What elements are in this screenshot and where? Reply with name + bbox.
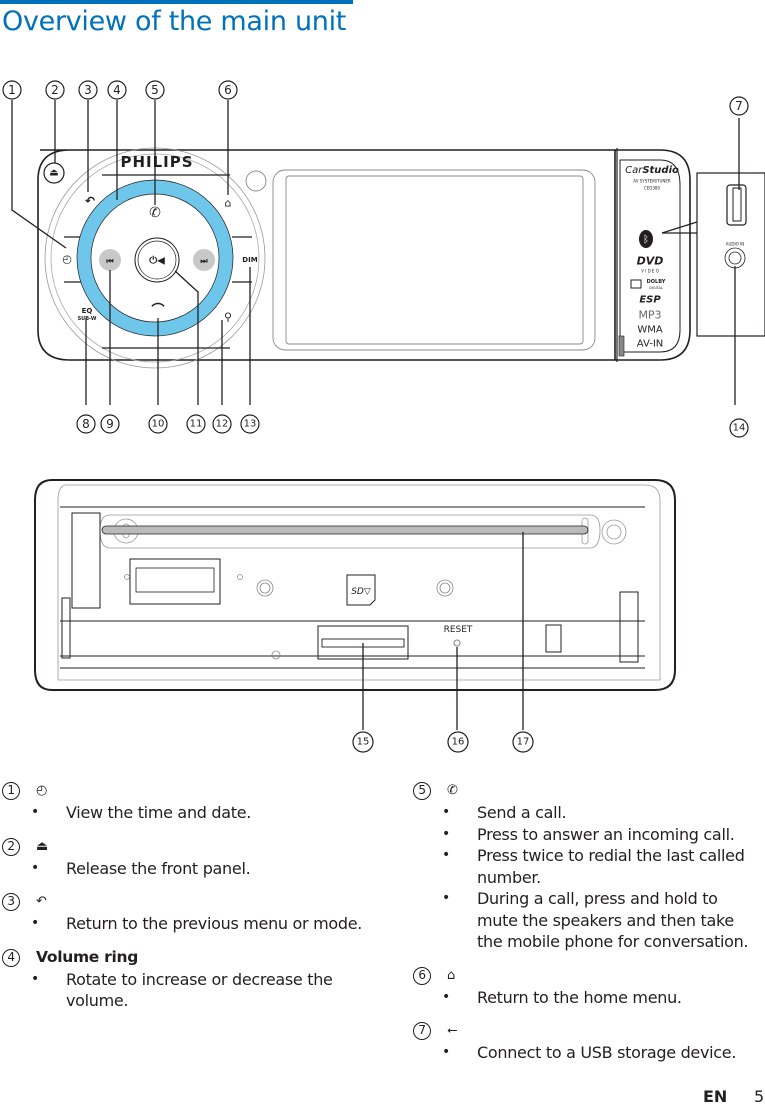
bullet: View the time and date. <box>31 802 372 824</box>
item-number: 5 <box>413 782 431 800</box>
search-icon[interactable]: ⚲ <box>224 311 232 324</box>
callout-5: 5 <box>151 83 159 97</box>
desc-item-1: 1 ◴ View the time and date. <box>2 780 372 824</box>
item-number: 3 <box>2 893 20 911</box>
next-icon: ⏭ <box>200 257 208 266</box>
mp3-logo: MP3 <box>638 309 661 322</box>
esp-logo: ESP <box>639 295 661 306</box>
usb-port[interactable] <box>726 184 747 226</box>
callout-16: 16 <box>452 737 465 748</box>
dolby-digital-label: DIGITAL <box>649 286 663 290</box>
subw-label: SUB-W <box>78 316 97 322</box>
callout-2: 2 <box>51 83 59 97</box>
bullet: During a call, press and hold to mute th… <box>442 888 763 953</box>
callout-11: 11 <box>190 419 203 430</box>
callout-12: 12 <box>216 419 229 430</box>
callout-1: 1 <box>8 83 16 97</box>
bullet: Rotate to increase or decrease the volum… <box>31 969 372 1012</box>
desc-item-5: 5 ✆ Send a call. Press to answer an incom… <box>413 780 763 953</box>
brand-logo: PHILIPS <box>120 153 193 171</box>
bullet: Press to answer an incoming call. <box>442 824 763 846</box>
reset-label: RESET <box>444 625 473 635</box>
desc-item-7: 7 ⭠ Connect to a USB storage device. <box>413 1020 763 1064</box>
item-number: 1 <box>2 782 20 800</box>
carstudio-logo: CarStudio <box>625 165 679 176</box>
model-label: CED380 <box>644 186 660 191</box>
dvd-video-label: V I D E O <box>641 269 659 274</box>
main-unit-diagram: ⏻◀ ⏮ ⏭ ✆ ⌒ ↶ ⌂ ◴ ⚲ ⏏ DIM EQ SUB-W PHILIP… <box>2 80 765 753</box>
eject-icon: ⏏ <box>49 168 58 179</box>
eject-icon: ⏏ <box>36 838 48 854</box>
descriptions-right: 5 ✆ Send a call. Press to answer an incom… <box>413 780 763 1076</box>
callout-3: 3 <box>84 83 92 97</box>
clock-icon: ◴ <box>36 783 48 799</box>
bullet: Press twice to redial the last called nu… <box>442 845 763 888</box>
desc-item-6: 6 ⌂ Return to the home menu. <box>413 965 763 1009</box>
clock-icon[interactable]: ◴ <box>62 253 72 266</box>
callout-7: 7 <box>735 99 743 113</box>
item-number: 4 <box>2 948 20 967</box>
callout-17: 17 <box>517 737 530 748</box>
home-icon[interactable]: ⌂ <box>225 197 232 210</box>
callout-9: 9 <box>106 417 114 431</box>
callout-4: 4 <box>113 83 121 97</box>
footer-page-number: 5 <box>754 1087 765 1106</box>
descriptions-left: 1 ◴ View the time and date. 2 ⏏ Release th… <box>2 780 372 1024</box>
call-send-icon[interactable]: ✆ <box>149 205 161 221</box>
eq-button[interactable]: EQ <box>82 307 93 315</box>
avin-logo: AV-IN <box>637 339 664 350</box>
bullet: Send a call. <box>442 802 763 824</box>
subtitle-label: AV SYSTEM/TUNER <box>633 179 671 184</box>
desc-item-4: 4 Volume ring Rotate to increase or decre… <box>2 947 372 1012</box>
usb-icon: ⭠ <box>447 1023 458 1039</box>
back-icon[interactable]: ↶ <box>85 194 95 208</box>
bluetooth-icon: ᛒ <box>643 235 649 246</box>
dim-button[interactable]: DIM <box>242 256 257 264</box>
bullet: Connect to a USB storage device. <box>442 1042 763 1064</box>
item-number: 6 <box>413 966 431 985</box>
callout-10: 10 <box>152 419 165 430</box>
item-number: 7 <box>413 1022 431 1040</box>
bullet: Return to the previous menu or mode. <box>31 913 372 935</box>
disc-slot[interactable] <box>101 525 589 535</box>
callout-13: 13 <box>244 419 257 430</box>
callout-15: 15 <box>357 737 370 748</box>
call-end-icon[interactable]: ⌒ <box>150 303 165 319</box>
audio-in-label: AUDIO IN <box>726 242 745 247</box>
callout-14: 14 <box>733 423 746 434</box>
call-send-icon: ✆ <box>447 783 458 799</box>
callout-6: 6 <box>224 83 232 97</box>
power-mute-icon: ⏻◀ <box>149 255 165 267</box>
wma-logo: WMA <box>637 325 663 336</box>
dolby-logo: DOLBY <box>647 279 666 285</box>
reset-button[interactable] <box>453 639 461 647</box>
item-number: 2 <box>2 837 20 856</box>
footer-language: EN <box>703 1087 728 1106</box>
desc-item-3: 3 ↶ Return to the previous menu or mode. <box>2 891 372 935</box>
callouts-rear <box>352 731 534 753</box>
prev-icon: ⏮ <box>106 257 113 266</box>
callout-8: 8 <box>82 417 90 431</box>
bullet: Release the front panel. <box>31 858 372 880</box>
home-icon: ⌂ <box>447 967 455 983</box>
bullet: Return to the home menu. <box>442 987 763 1009</box>
back-icon: ↶ <box>36 894 47 910</box>
desc-item-2: 2 ⏏ Release the front panel. <box>2 836 372 880</box>
sd-card-icon: SD▽ <box>351 587 371 597</box>
rear-panel <box>34 479 676 691</box>
dvd-logo: DVD <box>637 255 664 268</box>
item-heading: Volume ring <box>36 947 138 966</box>
